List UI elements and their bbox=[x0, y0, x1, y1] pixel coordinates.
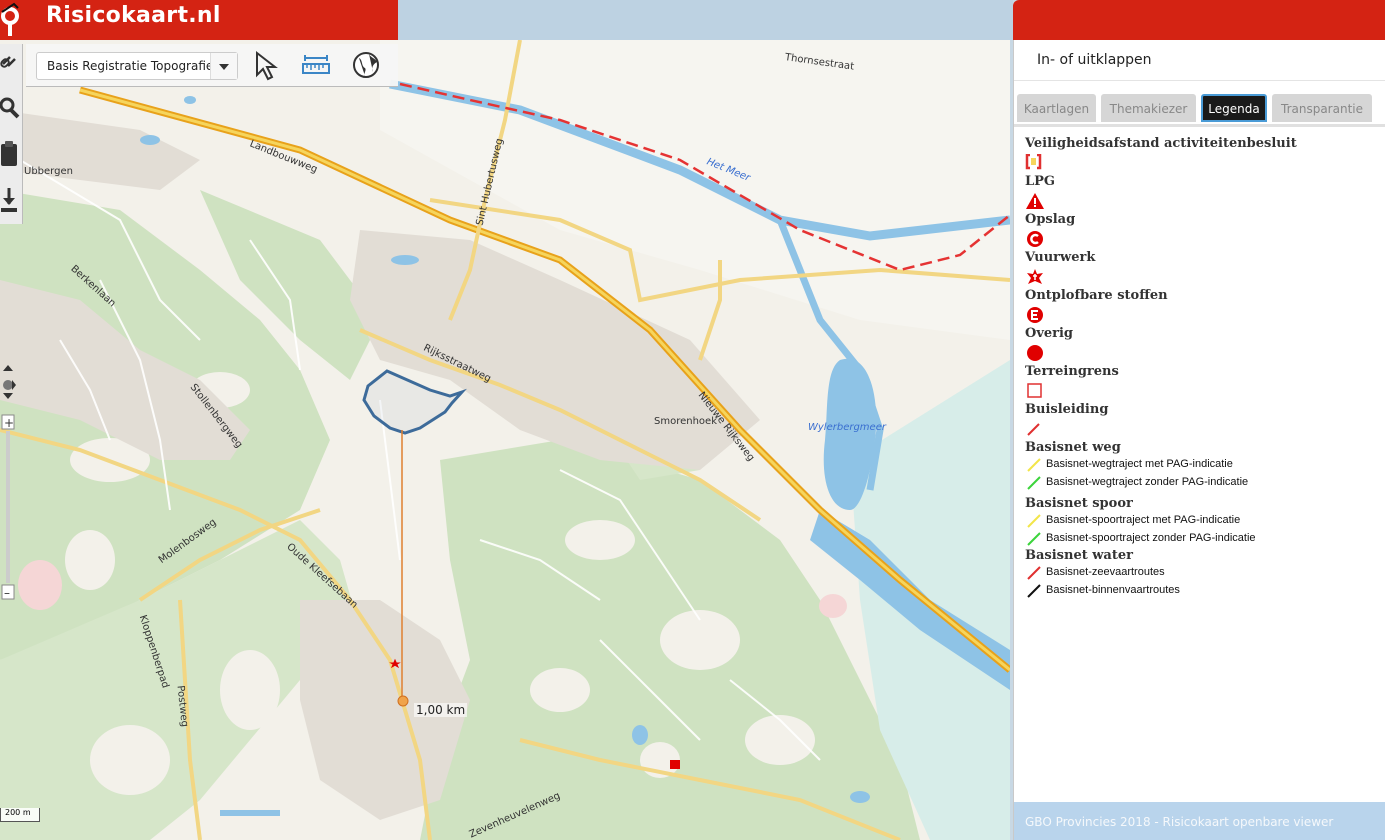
footer-credit: GBO Provincies 2018 - Risicokaart openba… bbox=[1025, 815, 1334, 829]
legend-item-spoor-zonder: Basisnet-spoortraject zonder PAG-indicat… bbox=[1025, 530, 1375, 548]
buisleiding-line-icon bbox=[1025, 418, 1375, 440]
legend-title-ontplofbare: Ontplofbare stoffen bbox=[1025, 288, 1168, 303]
legend-title-veiligheidsafstand: Veiligheidsafstand activiteitenbesluit bbox=[1025, 136, 1297, 151]
tab-transparantie[interactable]: Transparantie bbox=[1272, 94, 1372, 122]
vuurwerk-star-icon bbox=[1025, 266, 1375, 288]
green-line-icon bbox=[1027, 476, 1041, 490]
lpg-triangle-icon bbox=[1025, 190, 1375, 212]
opslag-circle-icon bbox=[1025, 228, 1375, 250]
legend-title-opslag: Opslag bbox=[1025, 212, 1076, 227]
map-label-smorenhoek: Smorenhoek bbox=[654, 416, 717, 427]
legend-title-basisnet-weg: Basisnet weg bbox=[1025, 440, 1121, 455]
legend-title-terreingrens: Terreingrens bbox=[1025, 364, 1119, 379]
panel-header-bar bbox=[1013, 0, 1385, 40]
ontplofbare-e-icon bbox=[1025, 304, 1375, 326]
legend-title-buisleiding: Buisleiding bbox=[1025, 402, 1109, 417]
map-toolbar: Basis Registratie Topografie bbox=[26, 44, 398, 87]
legend-title-basisnet-spoor: Basisnet spoor bbox=[1025, 496, 1133, 511]
legend-label-spoor-zonder: Basisnet-spoortraject zonder PAG-indicat… bbox=[1046, 532, 1256, 544]
zoom-slider[interactable]: + – bbox=[0, 365, 16, 605]
chevron-down-icon[interactable] bbox=[210, 53, 237, 79]
legend-item-weg-met: Basisnet-wegtraject met PAG-indicatie bbox=[1025, 456, 1375, 474]
tab-legenda[interactable]: Legenda bbox=[1201, 94, 1267, 122]
overig-dot-icon bbox=[1025, 342, 1375, 364]
svg-text:–: – bbox=[4, 586, 10, 600]
map-label-wylerbergmeer: Wylerbergmeer bbox=[808, 422, 886, 433]
map-graphic bbox=[0, 40, 1010, 840]
download-icon[interactable] bbox=[0, 182, 22, 218]
red-line-icon bbox=[1027, 566, 1041, 580]
legend-title-overig: Overig bbox=[1025, 326, 1074, 341]
legend-label-binnenvaart: Basisnet-binnenvaartroutes bbox=[1046, 584, 1180, 596]
legend-label-weg-met: Basisnet-wegtraject met PAG-indicatie bbox=[1046, 458, 1233, 470]
link-icon[interactable] bbox=[0, 44, 22, 80]
bracket-symbol-icon bbox=[1025, 152, 1375, 174]
basemap-select-value: Basis Registratie Topografie bbox=[47, 59, 214, 73]
legend-list: Veiligheidsafstand activiteitenbesluit L… bbox=[1025, 136, 1375, 600]
side-panel: In- of uitklappen Kaartlagen Themakiezer… bbox=[1013, 40, 1385, 840]
header-bar: Risicokaart.nl bbox=[0, 0, 398, 40]
panel-toggle-label: In- of uitklappen bbox=[1037, 52, 1152, 68]
pan-up-icon bbox=[3, 365, 13, 371]
tab-themakiezer[interactable]: Themakiezer bbox=[1101, 94, 1196, 122]
scale-bar: 200 m bbox=[0, 808, 40, 822]
basemap-select[interactable]: Basis Registratie Topografie bbox=[36, 52, 238, 80]
legend-item-spoor-met: Basisnet-spoortraject met PAG-indicatie bbox=[1025, 512, 1375, 530]
header-spacer bbox=[398, 0, 1013, 40]
green-line-icon bbox=[1027, 532, 1041, 546]
map-canvas[interactable]: Thornsestraat Landbouwweg Ubbergen Sint … bbox=[0, 40, 1010, 840]
app-title[interactable]: Risicokaart.nl bbox=[46, 3, 221, 28]
globe-icon[interactable] bbox=[349, 48, 383, 82]
legend-item-zeevaart: Basisnet-zeevaartroutes bbox=[1025, 564, 1375, 582]
map-label-ubbergen: Ubbergen bbox=[24, 166, 73, 177]
legend-label-weg-zonder: Basisnet-wegtraject zonder PAG-indicatie bbox=[1046, 476, 1249, 488]
tab-kaartlagen[interactable]: Kaartlagen bbox=[1017, 94, 1096, 122]
terreingrens-square-icon bbox=[1025, 380, 1375, 402]
panel-toggle-button[interactable]: In- of uitklappen bbox=[1014, 40, 1385, 81]
legend-title-vuurwerk: Vuurwerk bbox=[1025, 250, 1096, 265]
legend-title-basisnet-water: Basisnet water bbox=[1025, 548, 1133, 563]
select-arrow-icon[interactable] bbox=[251, 48, 285, 82]
legend-item-binnenvaart: Basisnet-binnenvaartroutes bbox=[1025, 582, 1375, 600]
legend-title-lpg: LPG bbox=[1025, 174, 1056, 189]
yellow-line-icon bbox=[1027, 458, 1041, 472]
risicokaart-logo-icon bbox=[0, 0, 26, 40]
measure-ruler-icon[interactable] bbox=[299, 48, 333, 82]
measure-distance-label: 1,00 km bbox=[414, 703, 468, 717]
svg-text:+: + bbox=[4, 416, 14, 430]
yellow-line-icon bbox=[1027, 514, 1041, 528]
black-line-icon bbox=[1027, 584, 1041, 598]
legend-label-zeevaart: Basisnet-zeevaartroutes bbox=[1046, 566, 1165, 578]
clipboard-icon[interactable] bbox=[0, 136, 22, 172]
left-tool-strip bbox=[0, 44, 23, 224]
panel-footer: GBO Provincies 2018 - Risicokaart openba… bbox=[1014, 802, 1385, 840]
legend-label-spoor-met: Basisnet-spoortraject met PAG-indicatie bbox=[1046, 514, 1241, 526]
panel-tabs: Kaartlagen Themakiezer Legenda Transpara… bbox=[1014, 94, 1385, 127]
search-icon[interactable] bbox=[0, 90, 22, 126]
legend-item-weg-zonder: Basisnet-wegtraject zonder PAG-indicatie bbox=[1025, 474, 1375, 492]
